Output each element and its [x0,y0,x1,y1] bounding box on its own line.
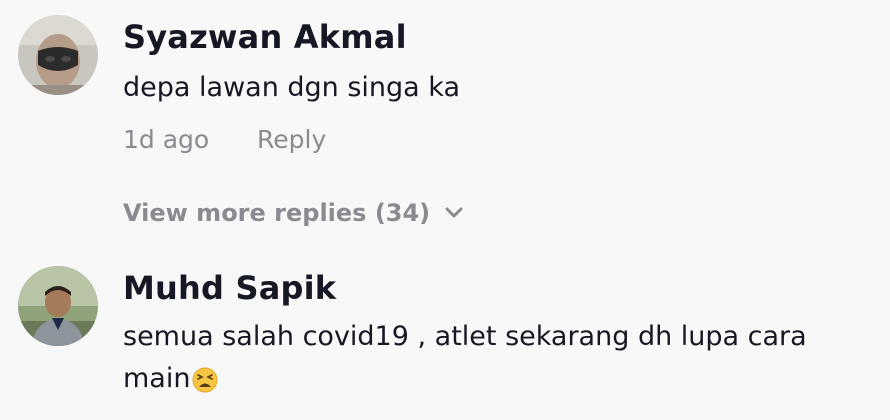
view-more-replies-button[interactable]: View more replies (34) [123,199,464,227]
comment-item: Muhd Sapik semua salah covid19 , atlet s… [0,250,890,420]
comment-text: depa lawan dgn singa ka [123,72,461,103]
comment-timestamp: 1d ago [123,125,210,154]
chevron-down-icon [445,207,463,218]
view-more-label: View more replies (34) [123,199,431,227]
comment-text: semua salah covid19 , atlet sekarang dh … [123,316,863,400]
reply-button[interactable]: Reply [257,125,326,154]
comment-text-line2: main [123,363,191,394]
user-avatar-icon [18,15,98,95]
comment-author[interactable]: Syazwan Akmal [123,18,407,56]
user-avatar-icon [18,266,98,346]
avatar[interactable] [18,266,98,346]
comment-text-line1: semua salah covid19 , atlet sekarang dh … [123,321,807,352]
comment-item: Syazwan Akmal depa lawan dgn singa ka 1d… [0,0,890,180]
tired-face-emoji-icon [192,367,218,392]
avatar[interactable] [18,15,98,95]
comments-panel: Syazwan Akmal depa lawan dgn singa ka 1d… [0,0,890,420]
comment-author[interactable]: Muhd Sapik [123,269,336,307]
